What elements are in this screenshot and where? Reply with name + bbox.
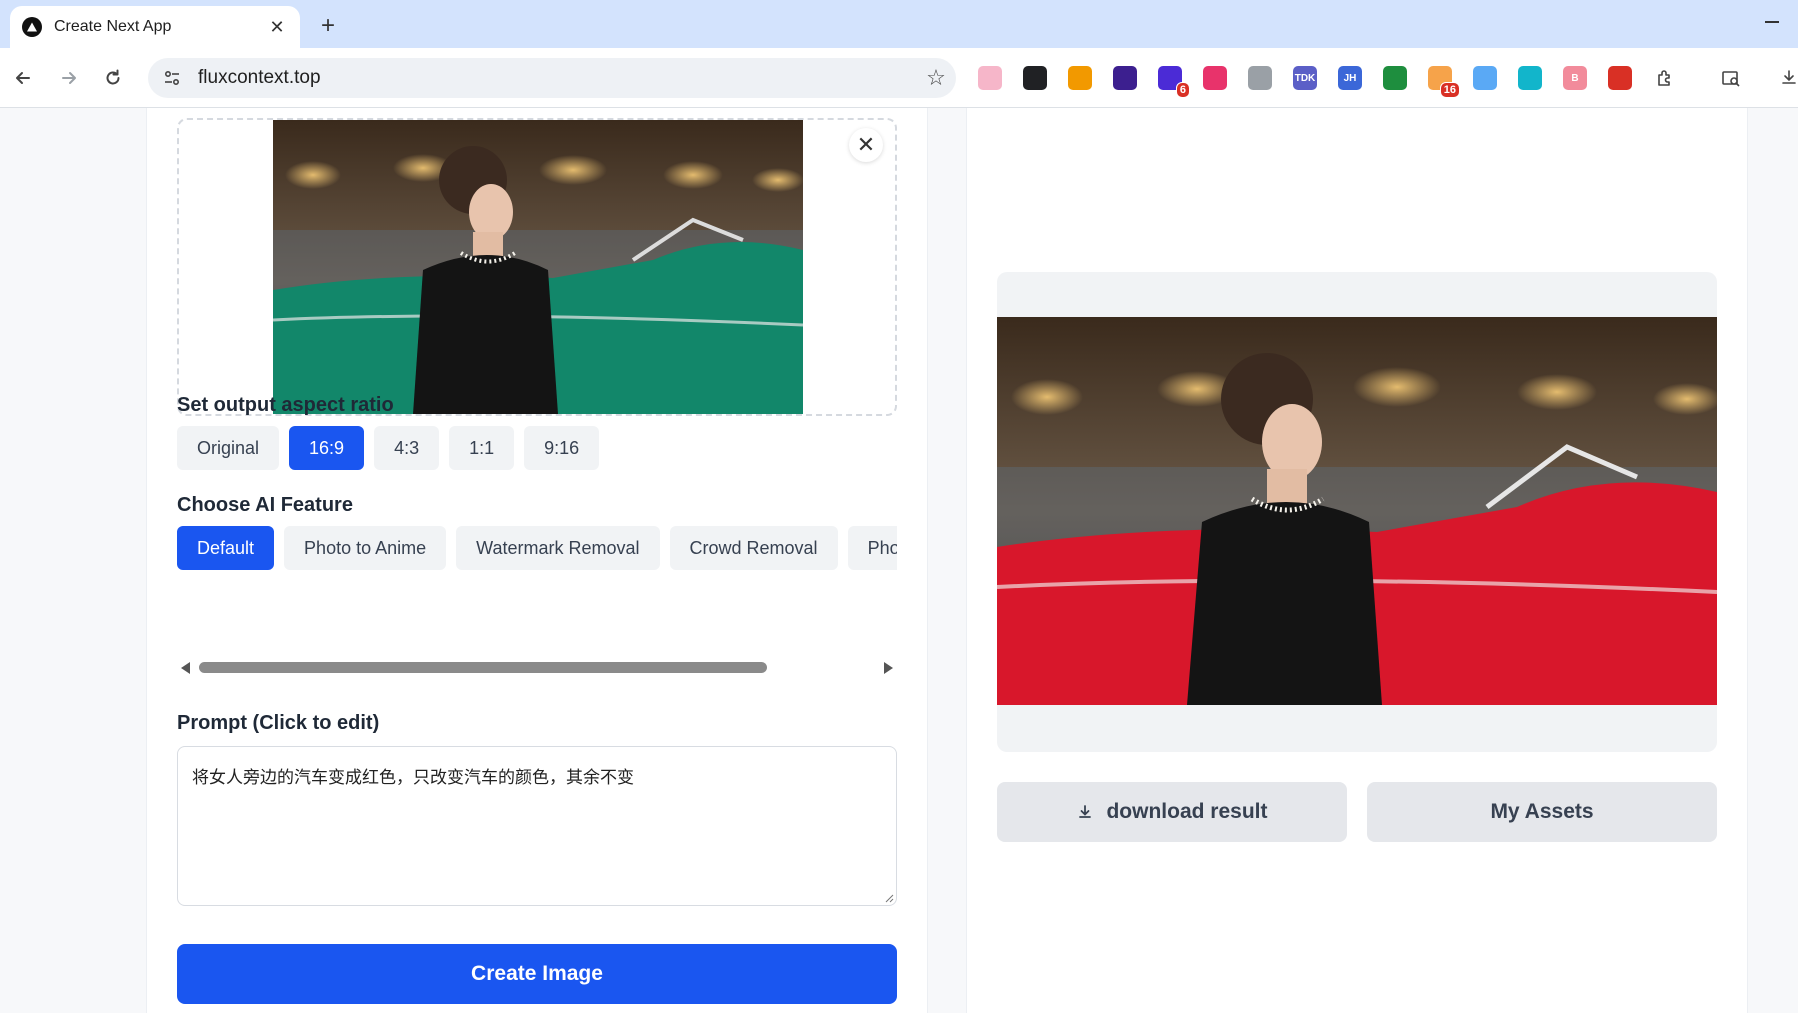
aspect-option-16-9[interactable]: 16:9 (289, 426, 365, 470)
ext-6-icon[interactable] (1203, 66, 1227, 90)
aspect-option-4-3[interactable]: 4:3 (374, 426, 440, 470)
aspect-ratio-options: Original 16:9 4:3 1:1 9:16 (177, 426, 600, 470)
feature-option-photo-restoration[interactable]: Photo Restoration (847, 526, 897, 570)
feature-scrollbar[interactable] (177, 660, 897, 676)
ext-15-icon[interactable] (1608, 66, 1632, 90)
source-image (273, 120, 803, 414)
reload-icon (106, 69, 120, 85)
download-tray-icon[interactable] (1774, 63, 1798, 93)
address-bar[interactable]: fluxcontext.top ☆ (148, 58, 956, 98)
extensions-puzzle-icon[interactable] (1650, 63, 1680, 93)
my-assets-button[interactable]: My Assets (1367, 782, 1717, 842)
back-button[interactable] (8, 63, 38, 93)
aspect-option-original[interactable]: Original (177, 426, 280, 470)
ext-14-icon[interactable]: B (1563, 66, 1587, 90)
scrollbar-thumb[interactable] (199, 662, 767, 673)
ext-7-icon[interactable] (1248, 66, 1272, 90)
page: ✕ Set output aspect ratio Original 16:9 4:… (0, 108, 1798, 1013)
site-settings-icon[interactable] (160, 66, 184, 90)
ext-4-icon[interactable] (1113, 66, 1137, 90)
ext-2-icon[interactable] (1023, 66, 1047, 90)
result-preview (997, 272, 1717, 752)
create-image-button[interactable]: Create Image (177, 944, 897, 1004)
close-tab-icon[interactable]: ✕ (266, 16, 288, 38)
minimize-icon (1765, 21, 1779, 23)
feature-scroller: Default Photo to Anime Watermark Removal Cr… (177, 526, 897, 574)
ext-13-icon[interactable] (1518, 66, 1542, 90)
prompt-textarea[interactable]: 将女人旁边的汽车变成红色，只改变汽车的颜色，其余不变 (177, 746, 897, 906)
tab-search-icon[interactable] (1716, 63, 1746, 93)
extension-badge: 16 (1439, 82, 1460, 98)
result-panel: download result My Assets (966, 108, 1748, 1013)
new-tab-button[interactable]: + (314, 12, 342, 40)
prompt-title: Prompt (Click to edit) (177, 712, 380, 734)
aspect-option-1-1[interactable]: 1:1 (449, 426, 515, 470)
remove-image-button[interactable]: ✕ (849, 128, 883, 162)
ext-9-icon[interactable]: JH (1338, 66, 1362, 90)
scroll-right-arrow-icon[interactable] (884, 662, 893, 674)
resize-grip-icon[interactable] (884, 893, 894, 903)
arrow-right-icon (62, 72, 76, 84)
image-upload-area[interactable]: ✕ (177, 118, 897, 416)
url-text[interactable]: fluxcontext.top (198, 67, 916, 89)
ai-feature-title: Choose AI Feature (177, 494, 353, 516)
ext-3-icon[interactable] (1068, 66, 1092, 90)
ext-1-icon[interactable] (978, 66, 1002, 90)
download-result-label: download result (1106, 800, 1268, 823)
forward-button[interactable] (54, 63, 84, 93)
ext-10-icon[interactable] (1383, 66, 1407, 90)
feature-option-watermark-removal[interactable]: Watermark Removal (456, 526, 660, 570)
aspect-ratio-title: Set output aspect ratio (177, 394, 394, 416)
scroll-left-arrow-icon[interactable] (181, 662, 190, 674)
feature-options: Default Photo to Anime Watermark Removal Cr… (177, 526, 897, 570)
download-icon (1079, 805, 1092, 818)
result-image (997, 317, 1717, 705)
browser-tab-strip: Create Next App ✕ + (0, 0, 1798, 48)
tab-title: Create Next App (54, 18, 172, 35)
browser-toolbar: fluxcontext.top ☆ 6 TDK JH 16 B (0, 48, 1798, 108)
extension-badge: 6 (1175, 82, 1190, 98)
minimize-window-button[interactable] (1760, 10, 1784, 34)
editor-panel: ✕ Set output aspect ratio Original 16:9 4:… (146, 108, 928, 1013)
ext-12-icon[interactable] (1473, 66, 1497, 90)
feature-option-photo-to-anime[interactable]: Photo to Anime (284, 526, 447, 570)
arrow-left-icon (16, 72, 30, 84)
prompt-text: 将女人旁边的汽车变成红色，只改变汽车的颜色，其余不变 (192, 768, 634, 788)
triangle-logo-icon (22, 17, 42, 37)
feature-option-default[interactable]: Default (177, 526, 275, 570)
ext-8-icon[interactable]: TDK (1293, 66, 1317, 90)
aspect-option-9-16[interactable]: 9:16 (524, 426, 600, 470)
ext-11-icon[interactable]: 16 (1428, 66, 1460, 98)
ext-5-icon[interactable]: 6 (1158, 66, 1190, 98)
reload-button[interactable] (98, 63, 128, 93)
feature-option-crowd-removal[interactable]: Crowd Removal (669, 526, 838, 570)
browser-tab[interactable]: Create Next App ✕ (10, 6, 300, 48)
download-result-button[interactable]: download result (997, 782, 1347, 842)
bookmark-star-icon[interactable]: ☆ (916, 58, 956, 98)
